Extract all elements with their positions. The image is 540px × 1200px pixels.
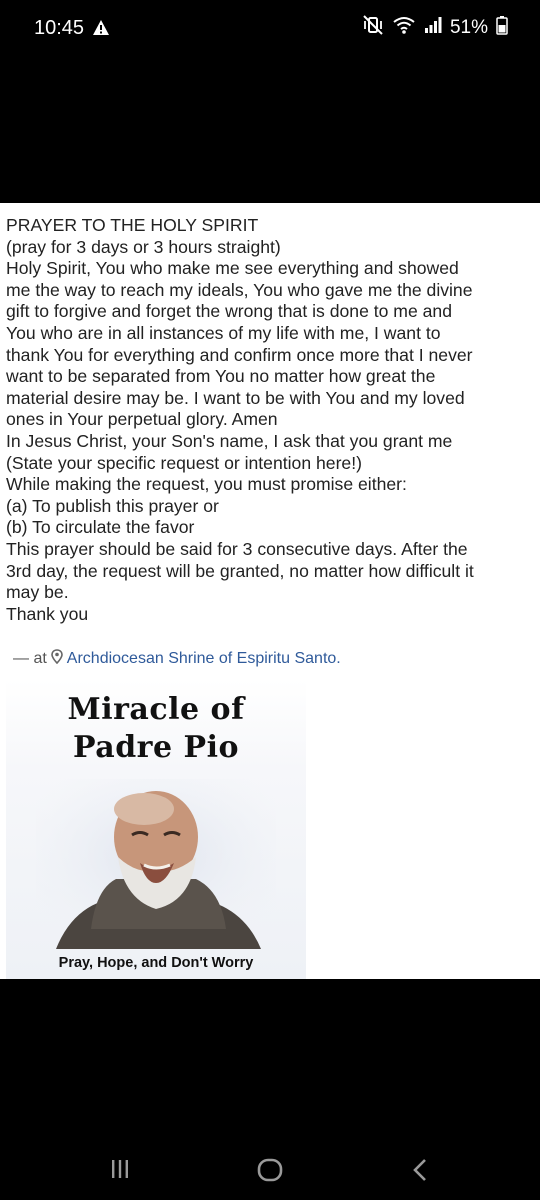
status-time: 10:45 [34,17,85,39]
prayer-line: In Jesus Christ, your Son's name, I ask … [6,430,453,451]
prayer-line: want to be separated from You no matter … [6,366,436,387]
prayer-line: (a) To publish this prayer or [6,495,219,516]
signal-icon [424,16,442,39]
prayer-line: thank You for everything and confirm onc… [6,344,473,365]
warning-icon [92,19,110,41]
prayer-line: (State your specific request or intentio… [6,452,362,473]
image-caption: Pray, Hope, and Don't Worry [58,955,254,971]
portrait-illustration [36,779,276,949]
mute-vibrate-icon [362,15,384,40]
location-pin-icon [50,649,63,669]
prayer-line: (pray for 3 days or 3 hours straight) [6,236,281,257]
checkin-prefix: — at [13,650,47,667]
status-bar: 10:45 51% [0,0,540,58]
image-title: Miracle of Padre Pio [6,691,306,767]
checkin-location[interactable]: — at Archdiocesan Shrine of Espiritu San… [13,649,341,669]
navigation-bar [0,1140,540,1200]
image-title-line1: Miracle of [67,692,245,727]
prayer-line: material desire may be. I want to be wit… [6,387,465,408]
prayer-line: This prayer should be said for 3 consecu… [6,538,468,559]
prayer-line: ones in Your perpetual glory. Amen [6,409,278,430]
prayer-line: Holy Spirit, You who make me see everyth… [6,258,459,279]
prayer-line: 3rd day, the request will be granted, no… [6,560,474,581]
back-icon[interactable] [412,1158,428,1187]
home-icon[interactable] [257,1158,283,1187]
recent-apps-icon[interactable] [110,1158,130,1185]
padre-pio-image[interactable]: Miracle of Padre Pio Pray, Hope, and Don… [6,679,306,979]
prayer-line: may be. [6,582,69,603]
prayer-line: gift to forgive and forget the wrong tha… [6,301,452,322]
prayer-line: me the way to reach my ideals, You who g… [6,279,473,300]
post-image-area: Miracle of Padre Pio Pray, Hope, and Don… [0,679,540,979]
prayer-text: PRAYER TO THE HOLY SPIRIT (pray for 3 da… [6,215,536,625]
battery-icon [496,15,508,40]
prayer-line: While making the request, you must promi… [6,474,407,495]
prayer-line: PRAYER TO THE HOLY SPIRIT [6,215,259,235]
prayer-line: Thank you [6,603,89,624]
image-title-line2: Padre Pio [73,730,239,765]
battery-percent: 51% [449,16,488,38]
prayer-line: You who are in all instances of my life … [6,322,441,343]
prayer-line: (b) To circulate the favor [6,517,195,538]
wifi-icon [392,15,416,40]
post-body: PRAYER TO THE HOLY SPIRIT (pray for 3 da… [0,203,540,679]
checkin-place-link[interactable]: Archdiocesan Shrine of Espiritu Santo. [67,650,341,668]
